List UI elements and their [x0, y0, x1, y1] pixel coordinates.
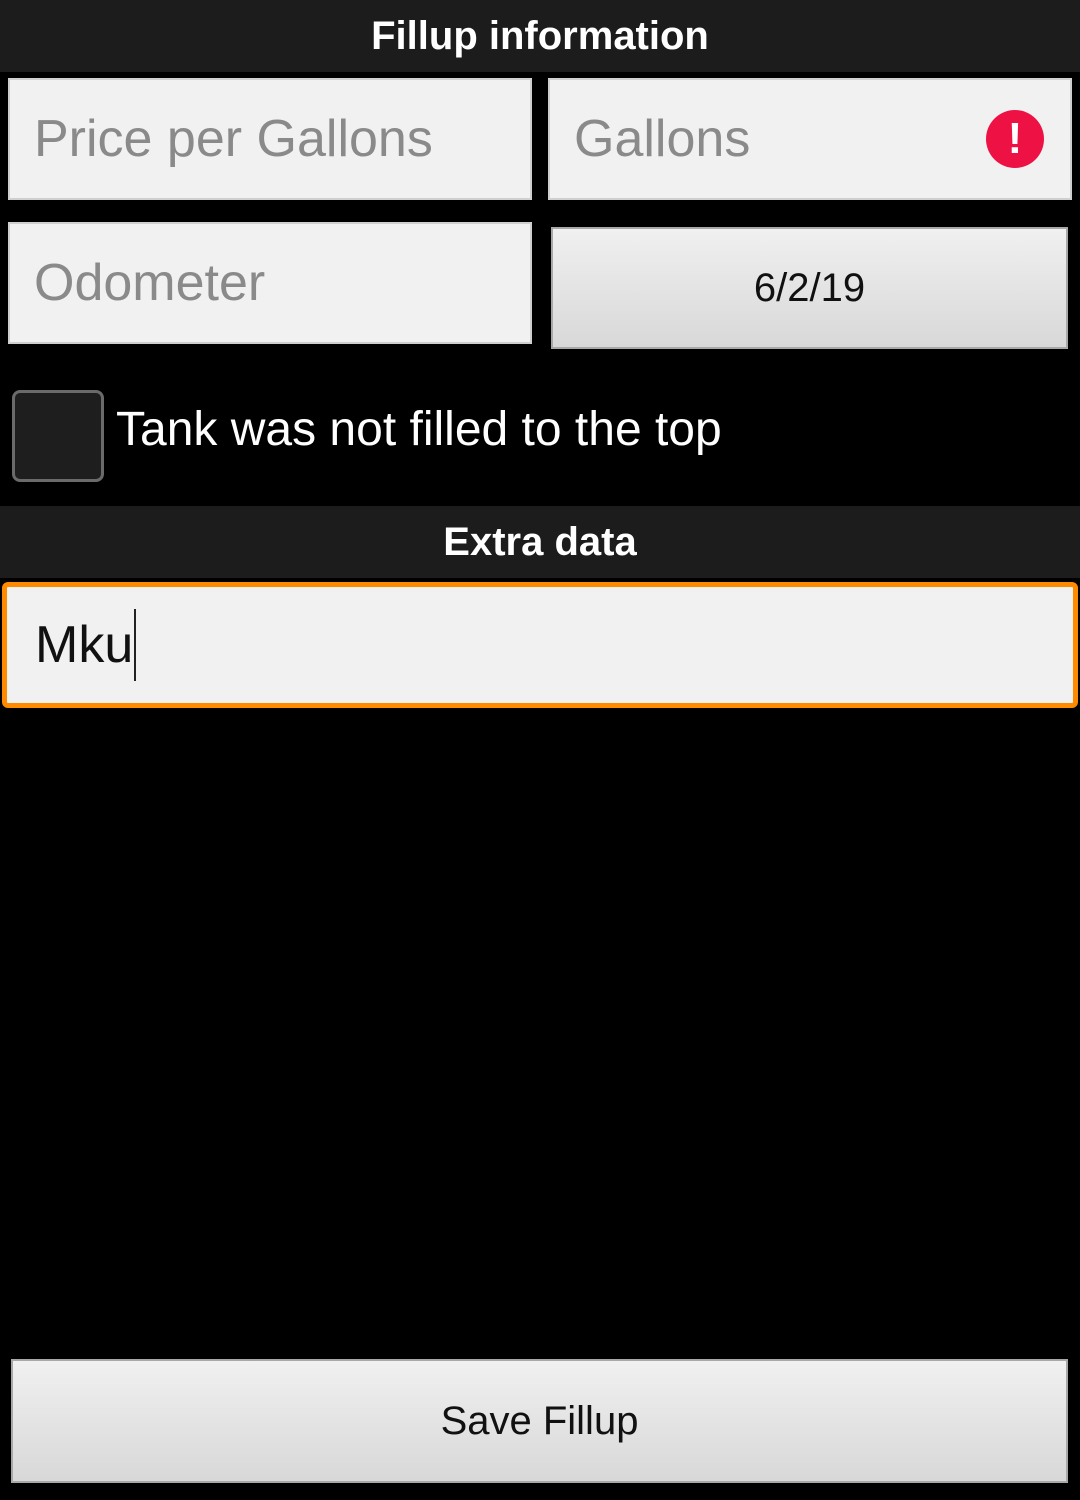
extra-data-field[interactable]: Mku [2, 582, 1078, 708]
price-per-gallons-placeholder: Price per Gallons [34, 110, 433, 168]
text-cursor [134, 609, 137, 681]
date-label: 6/2/19 [753, 265, 866, 310]
extra-data-value: Mku [35, 616, 134, 674]
tank-not-full-label: Tank was not filled to the top [116, 403, 722, 456]
extra-data-title: Extra data [443, 519, 637, 564]
exclamation-icon: ! [986, 110, 1044, 168]
extra-data-header: Extra data [0, 506, 1080, 578]
odometer-field[interactable]: Odometer [8, 222, 532, 344]
date-picker-button[interactable]: 6/2/19 [551, 227, 1068, 349]
gallons-field[interactable]: Gallons ! [548, 78, 1072, 200]
price-per-gallons-field[interactable]: Price per Gallons [8, 78, 532, 200]
fillup-information-header: Fillup information [0, 0, 1080, 72]
save-fillup-button[interactable]: Save Fillup [11, 1359, 1068, 1483]
gallons-placeholder: Gallons [574, 110, 751, 168]
fillup-information-title: Fillup information [371, 13, 709, 58]
odometer-placeholder: Odometer [34, 254, 266, 312]
save-fillup-label: Save Fillup [440, 1398, 639, 1443]
tank-not-full-checkbox[interactable] [12, 390, 104, 482]
